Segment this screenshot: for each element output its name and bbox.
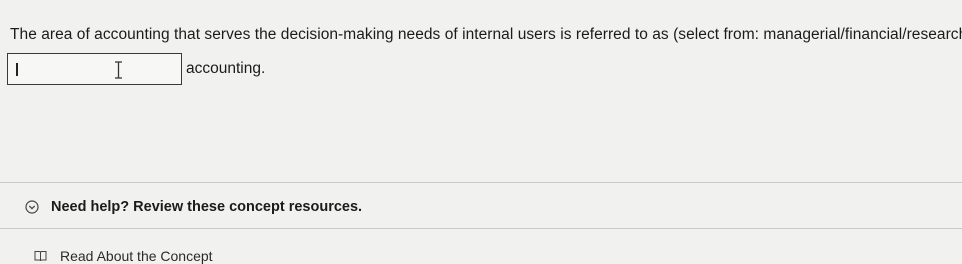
read-about-concept-label: Read About the Concept [60,248,213,264]
question-text: The area of accounting that serves the d… [10,26,962,43]
text-caret [16,63,18,76]
need-help-label: Need help? Review these concept resource… [51,199,363,215]
section-divider-bottom [0,228,962,229]
book-icon [34,251,47,262]
text-cursor-icon [115,61,122,79]
need-help-toggle[interactable]: Need help? Review these concept resource… [25,197,362,217]
chevron-down-circle-icon [25,200,39,214]
section-divider-top [0,182,962,183]
answer-row: accounting. [7,52,265,86]
read-about-concept-link[interactable]: Read About the Concept [34,248,213,264]
answer-input[interactable] [7,53,182,85]
answer-suffix: accounting. [186,60,266,77]
